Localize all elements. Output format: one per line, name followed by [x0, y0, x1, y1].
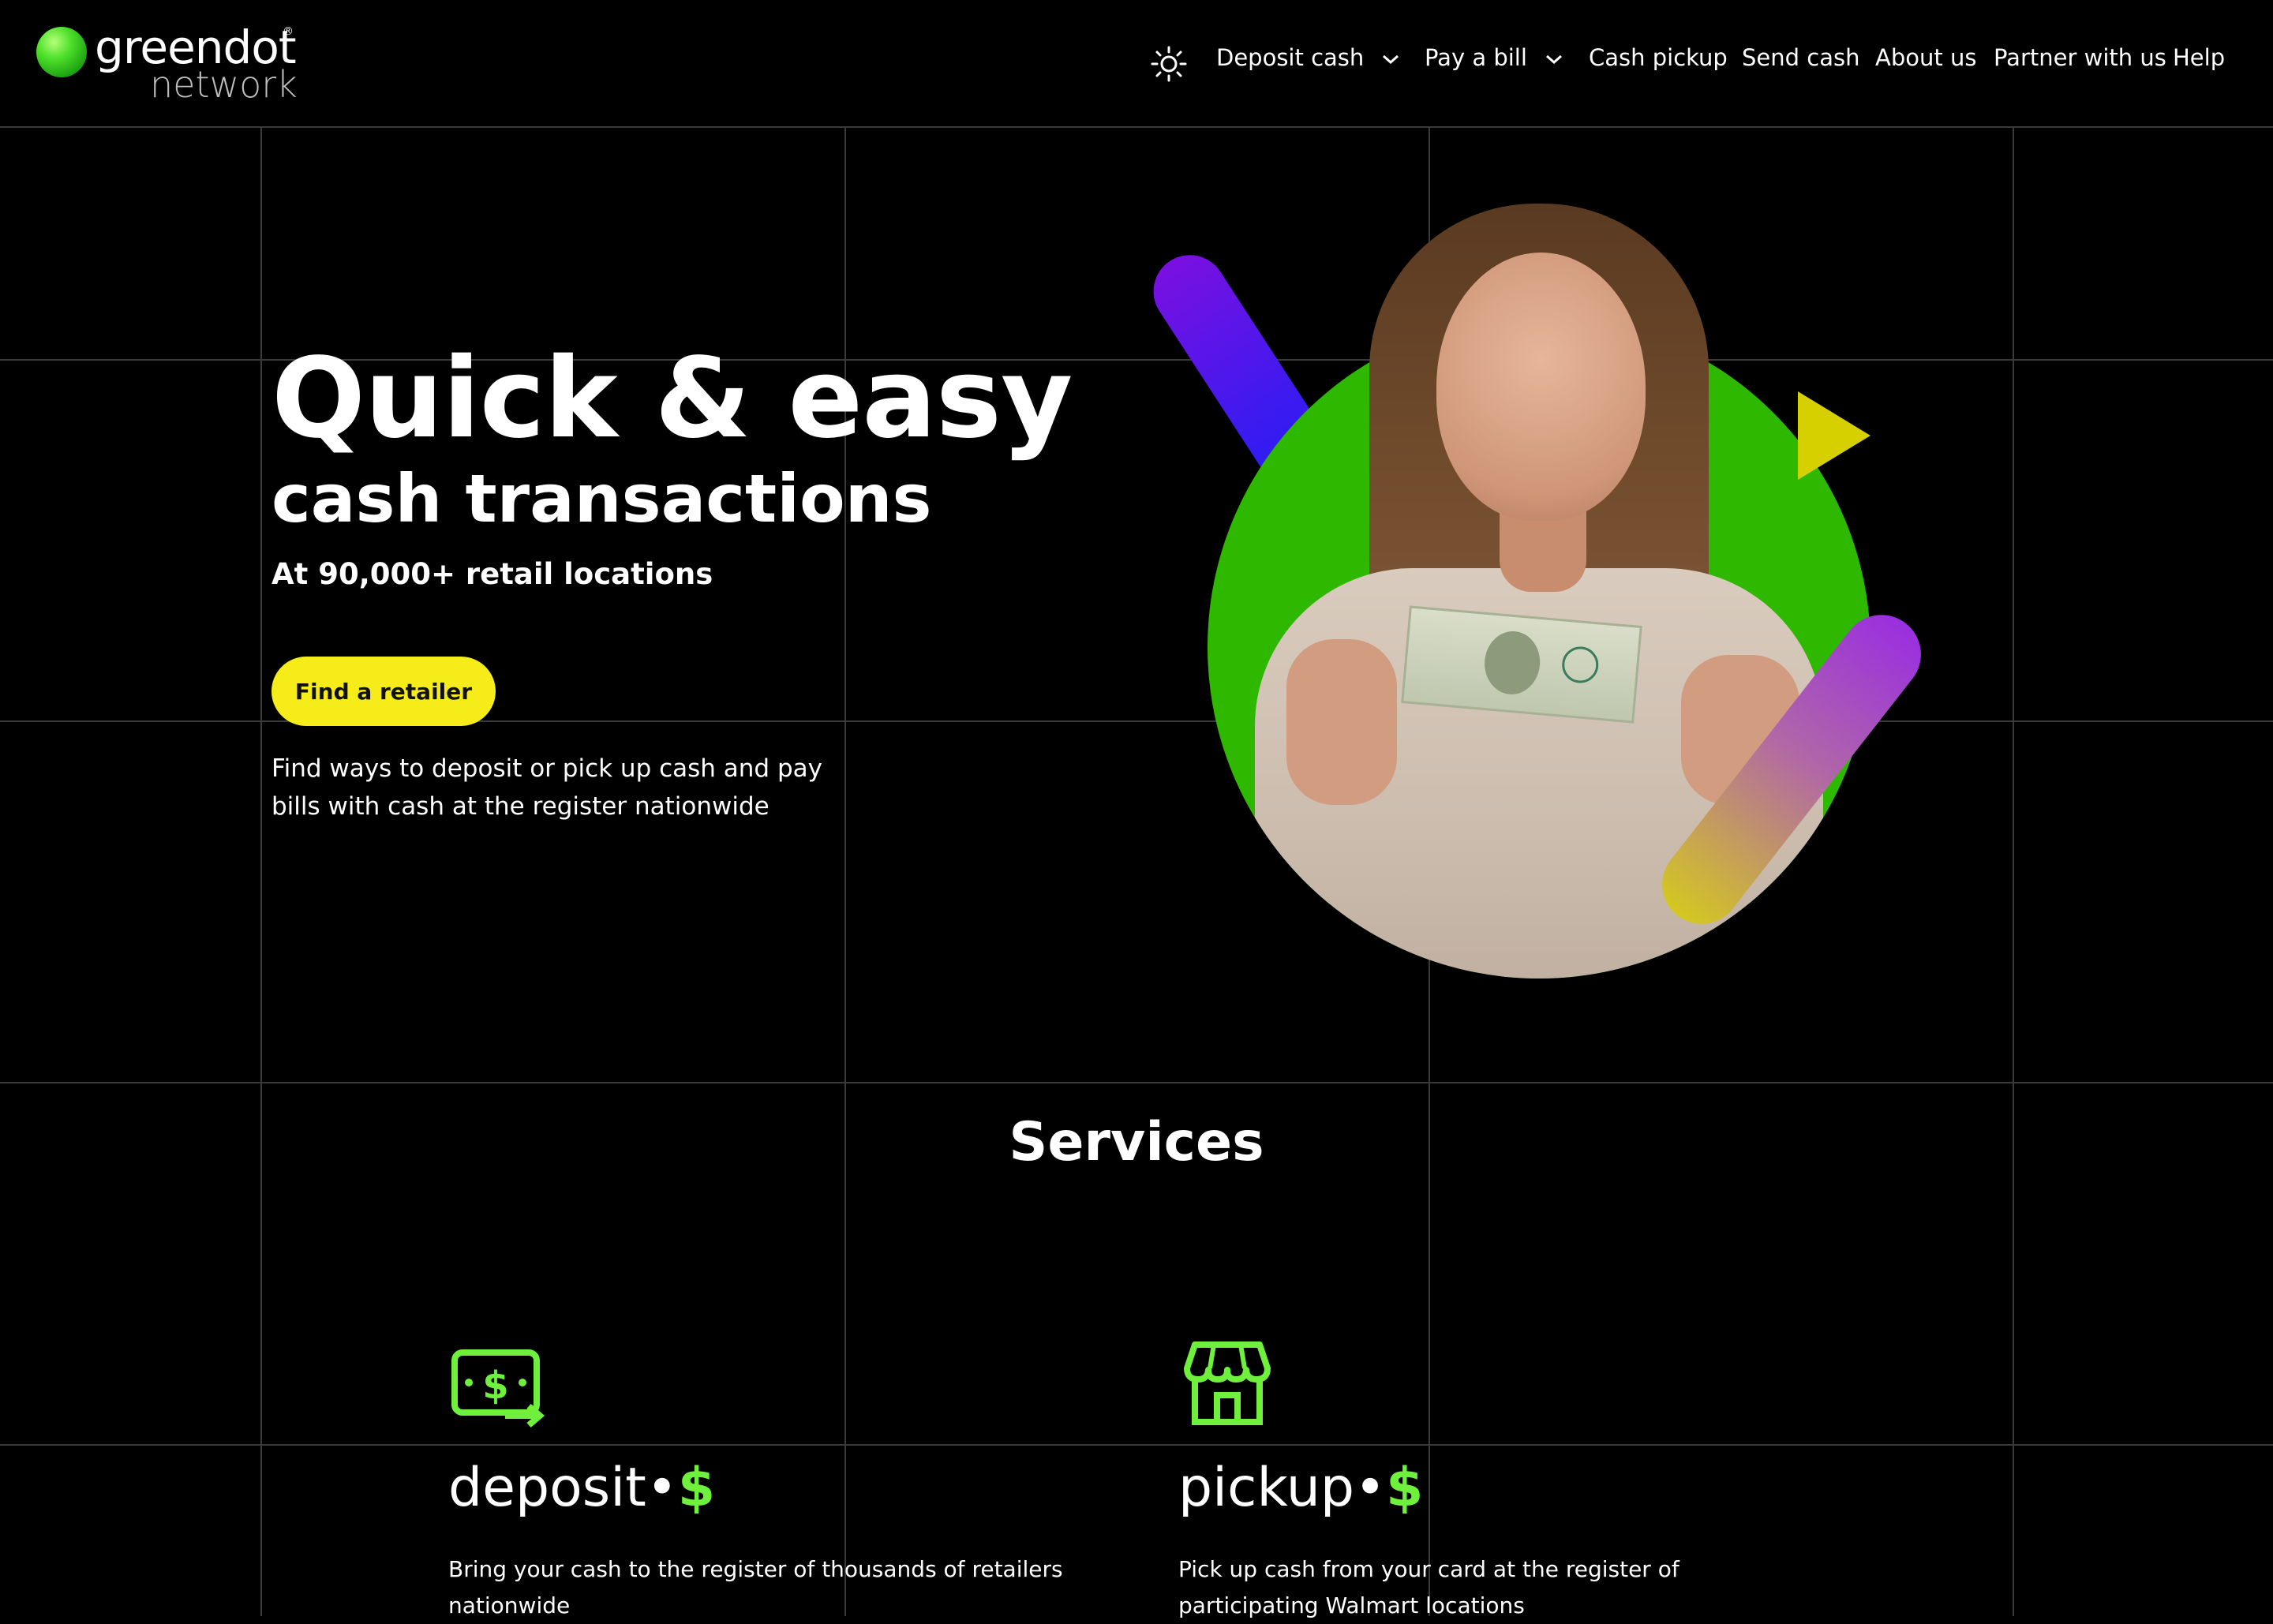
greendot-logo[interactable]: greendot ® network [36, 21, 298, 106]
nav-label: Help [2173, 44, 2226, 71]
nav-partner-with-us[interactable]: Partner with us [1994, 44, 2166, 71]
nav-help[interactable]: Help [2173, 44, 2225, 71]
hero-title: Quick & easy [271, 335, 1073, 463]
find-retailer-button[interactable]: Find a retailer [271, 657, 496, 726]
logo-subtitle: network [150, 63, 298, 106]
hero-subtitle: cash transactions [271, 460, 932, 537]
twenty-dollar-bill [1401, 605, 1642, 724]
service-dot: • [646, 1457, 678, 1519]
nav-deposit-cash[interactable]: Deposit cash [1216, 44, 1400, 71]
grid-line [0, 1444, 2273, 1446]
nav-label: Pay a bill [1425, 44, 1527, 71]
nav-send-cash[interactable]: Send cash [1742, 44, 1859, 71]
service-dot: • [1354, 1457, 1387, 1519]
face-shape [1436, 253, 1646, 521]
service-description-deposit: Bring your cash to the register of thous… [448, 1556, 1063, 1618]
service-title-pickup[interactable]: pickup•$ [1178, 1457, 1423, 1519]
storefront-icon [1184, 1340, 1282, 1425]
nav-label: Cash pickup [1589, 44, 1728, 71]
services-heading: Services [1009, 1111, 1264, 1173]
grid-line [2013, 127, 2014, 1616]
site-header: greendot ® network Deposit cash Pay a bi… [0, 0, 2273, 128]
nav-label: Deposit cash [1216, 44, 1365, 71]
bill-portrait [1481, 629, 1543, 697]
service-title-deposit[interactable]: deposit•$ [448, 1457, 715, 1519]
nav-cash-pickup[interactable]: Cash pickup [1589, 44, 1728, 71]
logo-dot [36, 27, 87, 77]
nav-about-us[interactable]: About us [1875, 44, 1976, 71]
cash-deposit-icon: $ [450, 1348, 548, 1430]
hero-description: Find ways to deposit or pick up cash and… [271, 754, 822, 821]
grid-line [260, 127, 262, 1616]
svg-text:$: $ [482, 1364, 508, 1408]
nav-label: About us [1875, 44, 1977, 71]
grid-line [0, 1082, 2273, 1083]
service-name: pickup [1178, 1457, 1354, 1519]
nav-label: Send cash [1742, 44, 1860, 71]
left-hand-shape [1286, 639, 1397, 805]
dollar-sign: $ [1386, 1457, 1424, 1519]
hero-kicker: At 90,000+ retail locations [271, 557, 713, 591]
chevron-down-icon [1545, 44, 1563, 71]
dollar-sign: $ [677, 1457, 716, 1519]
service-name: deposit [448, 1457, 646, 1519]
sun-icon[interactable] [1151, 46, 1187, 82]
chevron-down-icon [1381, 44, 1400, 71]
hero-illustration [1136, 189, 2013, 979]
nav-label: Partner with us [1994, 44, 2166, 71]
logo-registered-mark: ® [283, 25, 294, 38]
bill-seal [1560, 645, 1601, 685]
nav-pay-a-bill[interactable]: Pay a bill [1425, 44, 1563, 71]
service-description-pickup: Pick up cash from your card at the regis… [1178, 1556, 1679, 1618]
woman-holding-bill-photo [1208, 189, 1870, 979]
